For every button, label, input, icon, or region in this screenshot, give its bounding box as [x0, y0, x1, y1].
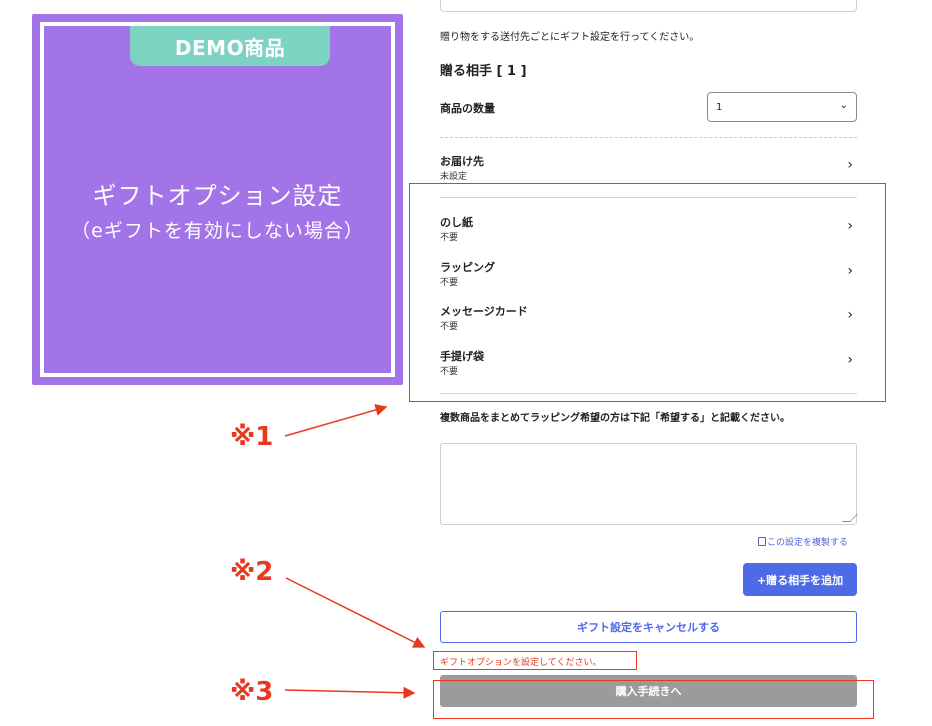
chevron-down-icon: ⌄: [839, 100, 848, 111]
message-textarea[interactable]: [440, 443, 858, 525]
previous-field[interactable]: [440, 0, 857, 12]
copy-settings-link[interactable]: この設定を複製する: [758, 535, 848, 548]
row-value: 未設定: [440, 172, 468, 182]
demo-badge: DEMO商品: [130, 26, 330, 66]
annotation-note-1: ※1: [230, 422, 274, 452]
arrow-3: [284, 686, 416, 699]
copy-settings-label: この設定を複製する: [767, 538, 849, 548]
demo-image-frame: DEMO商品 ギフトオプション設定 （eギフトを有効にしない場合）: [40, 22, 395, 377]
recipient-title: 贈る相手 [ 1 ]: [440, 64, 527, 79]
quantity-value: 1: [716, 101, 723, 113]
bulk-wrapping-note: 複数商品をまとめてラッピング希望の方は下記「希望する」と記載ください。: [440, 413, 790, 424]
quantity-select[interactable]: 1 ⌄: [707, 92, 857, 122]
add-recipient-button[interactable]: +贈る相手を追加: [743, 563, 857, 596]
chevron-right-icon: ›: [847, 157, 853, 173]
annotation-note-2: ※2: [230, 557, 274, 587]
arrow-2: [285, 577, 426, 648]
cancel-gift-button[interactable]: ギフト設定をキャンセルする: [440, 611, 857, 643]
arrow-1: [284, 404, 388, 437]
dashed-divider: [440, 137, 857, 138]
demo-product-image: DEMO商品 ギフトオプション設定 （eギフトを有効にしない場合）: [32, 14, 403, 385]
error-message: ギフトオプションを設定してください。: [440, 658, 602, 668]
demo-subtitle: （eギフトを有効にしない場合）: [71, 220, 364, 242]
row-label: お届け先: [440, 155, 484, 168]
gift-description: 贈り物をする送付先ごとにギフト設定を行ってください。: [440, 32, 700, 43]
highlight-box-purchase: [433, 680, 874, 719]
highlight-box-options: [409, 183, 886, 402]
copy-icon: [758, 537, 766, 546]
resize-handle-icon[interactable]: [842, 514, 858, 522]
annotation-note-3: ※3: [230, 677, 274, 707]
quantity-label: 商品の数量: [440, 102, 495, 115]
demo-title: ギフトオプション設定: [92, 182, 343, 210]
